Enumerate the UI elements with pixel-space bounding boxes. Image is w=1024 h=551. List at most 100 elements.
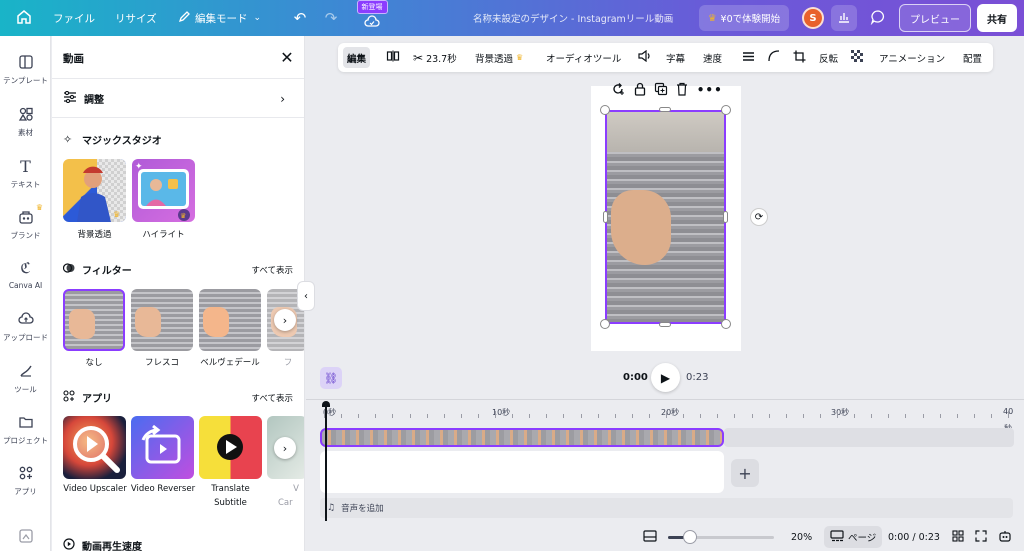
ruler-tick [956,414,958,418]
rail-item-templates[interactable]: テンプレート [0,52,51,86]
apps-see-all-link[interactable]: すべて表示 [251,392,293,404]
audio-tools-button[interactable]: オーディオツール [546,43,621,72]
video-element[interactable] [605,110,726,324]
comment-button[interactable] [865,5,891,31]
speed-label: 動画再生速度 [82,542,142,551]
robot-icon [998,529,1012,546]
save-status-button[interactable]: 新登場 [356,0,388,36]
highlight-image: ✦ ♛ [135,162,190,221]
playhead[interactable] [325,403,327,521]
rail-item-text[interactable]: T テキスト [0,156,51,190]
position-button[interactable]: 配置 [963,43,982,72]
transparency-button[interactable] [851,43,864,72]
rail-item-uploads[interactable]: アップロード [0,309,51,343]
design-title[interactable]: 名称未設定のデザイン - Instagramリール動画 [473,0,673,36]
resize-handle-ne[interactable] [721,105,731,115]
fullscreen-button[interactable] [975,523,987,551]
ruler-tick [990,414,992,418]
panel-collapse-button[interactable]: ‹ [297,281,315,311]
timeline-ruler[interactable]: 0秒 10秒 20秒 30秒 40 秒 [306,399,1024,433]
crop-button[interactable] [793,43,806,72]
resize-handle-sw[interactable] [600,319,610,329]
home-icon [16,9,32,28]
share-button[interactable]: 共有 [977,4,1017,32]
redo-button[interactable]: ↷ [320,0,342,36]
resize-menu[interactable]: リサイズ [115,0,157,36]
rail-item-canva-ai[interactable]: ℭ Canva AI [0,258,51,290]
panel-title: 動画 [63,53,84,65]
start-trial-button[interactable]: ♛ ¥0で体験開始 [699,5,790,31]
resize-handle-nw[interactable] [600,105,610,115]
avatar[interactable]: S [802,7,824,29]
rail-item-tools[interactable]: ツール [0,361,51,395]
flip-button[interactable]: 反転 [819,43,838,72]
resize-handle-w[interactable] [603,211,608,223]
resize-handle-e[interactable] [723,211,728,223]
filter-belvedere-tile[interactable] [199,289,261,351]
captions-button[interactable]: 字幕 [666,43,685,72]
border-lines-icon [742,51,755,65]
undo-button[interactable]: ↶ [289,0,311,36]
video-clip[interactable] [320,428,724,447]
app-video-reverser-tile[interactable] [131,416,194,479]
trim-button[interactable]: ✂ 23.7秒 [413,43,457,72]
app-translate-subtitle-tile[interactable] [199,416,262,479]
add-page-button[interactable]: + [731,459,759,487]
border-style-button[interactable] [742,43,755,72]
duplicate-icon[interactable] [654,82,668,99]
file-menu[interactable]: ファイル [53,0,95,36]
animation-button[interactable]: アニメーション [879,43,945,72]
rail-item-elements[interactable]: 素材 [0,104,51,138]
highlight-tile[interactable]: ✦ ♛ [132,159,195,222]
resize-handle-s[interactable] [659,322,671,327]
add-audio-track[interactable]: ♫ 音声を追加 [320,498,1013,518]
notes-button[interactable] [643,523,657,551]
corner-rounding-button[interactable] [768,43,780,72]
folder-icon [16,412,36,432]
page-view-button[interactable]: ページ [824,526,883,548]
lock-icon[interactable] [634,82,646,99]
resize-handle-se[interactable] [721,319,731,329]
speed-button[interactable]: 速度 [703,43,722,72]
rail-item-brand[interactable]: ♛ ブランド [0,203,51,241]
zoom-slider-thumb[interactable] [683,530,697,544]
filter-fresco-tile[interactable] [131,289,193,351]
insights-button[interactable] [831,5,857,31]
app-video-upscaler-tile[interactable] [63,416,126,479]
filters-label: フィルター [82,266,132,277]
rotate-refresh-icon[interactable] [611,82,625,99]
grid-view-button[interactable] [952,523,964,551]
split-button[interactable] [386,43,400,72]
comment-icon [870,9,886,28]
apps-scroll-right[interactable]: › [274,437,296,459]
rotate-button[interactable]: ⟳ [750,208,768,226]
bg-remove-button[interactable]: 背景透過 ♛ [475,43,523,72]
adjust-row[interactable]: 調整 › [52,80,304,118]
filters-scroll-right[interactable]: › [274,309,296,331]
bg-remover-tile[interactable]: ♛ [63,159,126,222]
app-label-line2: Subtitle [214,498,247,508]
resize-handle-n[interactable] [659,107,671,112]
notes-icon [643,529,657,545]
close-icon[interactable]: ✕ [277,47,297,67]
more-options-icon[interactable]: ••• [697,83,723,97]
empty-track-slot[interactable] [320,451,724,493]
assistant-button[interactable] [998,523,1012,551]
app-label: V [293,484,299,494]
zoom-level[interactable]: 20% [791,523,812,551]
tick-label: 20秒 [661,408,680,417]
rail-item-projects[interactable]: プロジェクト [0,412,51,446]
rail-item-more[interactable] [0,526,51,546]
edit-mode-dropdown[interactable]: 編集モード ⌄ [178,0,261,36]
highlight-label: ハイライト [142,230,185,240]
home-button[interactable] [10,0,38,36]
link-button[interactable]: ⛓ [320,367,342,389]
trash-icon[interactable] [676,82,688,99]
edit-button[interactable]: 編集 [343,47,371,68]
play-button[interactable]: ▶ [651,363,680,392]
filter-none-tile[interactable] [63,289,125,351]
preview-button[interactable]: プレビュー [899,4,971,32]
filters-see-all-link[interactable]: すべて表示 [251,264,293,276]
rail-item-apps[interactable]: アプリ [0,463,51,497]
volume-button[interactable] [638,43,652,72]
